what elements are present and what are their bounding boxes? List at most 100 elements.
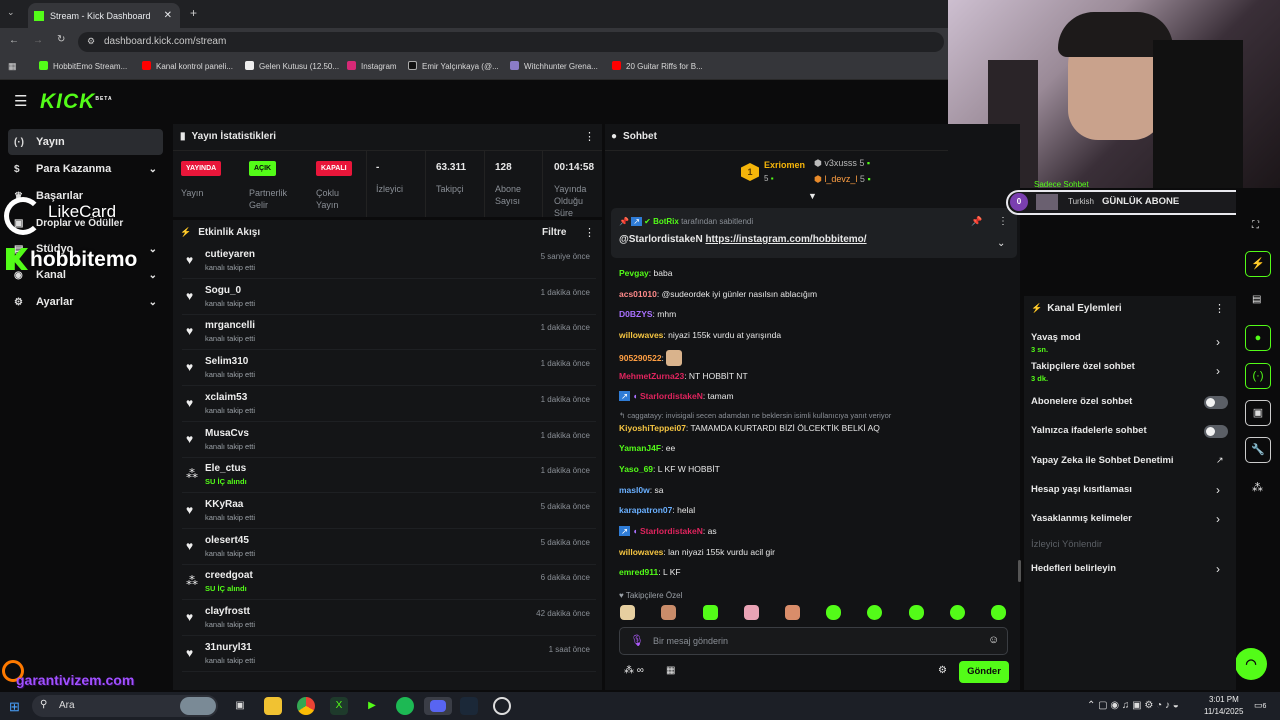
activity-item[interactable]: ♥ Selim310 kanalı takip etti 1 dakika önce <box>182 352 596 387</box>
activity-user[interactable]: KKyRaa <box>205 499 243 510</box>
channel-action-item[interactable]: Yapay Zeka ile Sohbet Denetimi <box>1031 455 1231 466</box>
sidebar-item-para-kazanma[interactable]: $ Para Kazanma ⌄ <box>8 156 163 182</box>
kick-app-icon[interactable]: ▶ <box>363 697 381 715</box>
activity-item[interactable]: ♥ KKyRaa kanalı takip etti 5 dakika önce <box>182 495 596 529</box>
quick-action-bolt-icon[interactable]: ⚡ <box>1245 251 1271 277</box>
channel-action-item[interactable]: Takipçilere özel sohbet 3 dk. <box>1031 361 1231 383</box>
sidebar-item-yayin[interactable]: (·) Yayın <box>8 129 163 155</box>
kick-logo[interactable]: KICKBETA <box>40 90 113 114</box>
activity-item[interactable]: ⁂ creedgoat SU İÇ alındı 6 dakika önce <box>182 566 596 601</box>
activity-user[interactable]: olesert45 <box>205 535 249 546</box>
channel-action-item[interactable]: İzleyici Yönlendir <box>1031 539 1231 550</box>
emote-7[interactable] <box>867 605 882 620</box>
filter-button[interactable]: Filtre <box>542 227 566 238</box>
close-tab-icon[interactable]: ✕ <box>164 10 172 21</box>
chat-settings-icon[interactable]: ⚙ <box>938 665 947 676</box>
pin-icon[interactable]: 📌 <box>971 216 982 227</box>
excel-icon[interactable]: X <box>330 697 348 715</box>
system-tray-icons[interactable]: ⌃ ▢ ◉ ♫ ▣ ⚙ ◔ ♪ ◒ <box>1087 700 1179 711</box>
spotify-icon[interactable] <box>396 697 414 715</box>
chat-username[interactable]: Yaso_69 <box>619 464 653 474</box>
activity-user[interactable]: xclaim53 <box>205 392 247 403</box>
emote-4[interactable] <box>744 605 759 620</box>
chat-message[interactable]: emred911: L KF <box>619 567 681 577</box>
emote-2[interactable] <box>661 605 676 620</box>
external-link-icon[interactable]: ↗ <box>1216 455 1224 466</box>
emote-8[interactable] <box>909 605 924 620</box>
activity-user[interactable]: creedgoat <box>205 570 253 581</box>
chat-username[interactable]: 905290522 <box>619 353 662 363</box>
chat-username[interactable]: D0BZYS <box>619 309 653 319</box>
activity-more-icon[interactable]: ⋮ <box>584 226 595 239</box>
chat-message[interactable]: D0BZYS: mhm <box>619 309 676 319</box>
channel-action-item[interactable]: Hedefleri belirleyin <box>1031 563 1231 574</box>
bookmark-3[interactable]: Gelen Kutusu (12.50... <box>245 61 339 71</box>
fullscreen-icon[interactable]: ⛶ <box>1252 220 1259 231</box>
emote-6[interactable] <box>826 605 841 620</box>
quick-action-broadcast-icon[interactable]: (·) <box>1245 363 1271 389</box>
store-icon[interactable]: ▦ <box>666 665 675 676</box>
bookmark-1[interactable]: HobbitEmo Stream... <box>39 61 127 71</box>
chat-message[interactable]: Pevgay: baba <box>619 268 672 278</box>
taskbar-search[interactable]: ⚲ Ara <box>32 695 218 717</box>
activity-item[interactable]: ♥ olesert45 kanalı takip etti 5 dakika önce <box>182 531 596 565</box>
activity-item[interactable]: ♥ xclaim53 kanalı takip etti 1 dakika önce <box>182 388 596 422</box>
site-info-icon[interactable]: ⚙ <box>87 36 95 47</box>
support-headset-icon[interactable]: ◠ <box>1235 648 1267 680</box>
activity-user[interactable]: clayfrostt <box>205 606 250 617</box>
file-explorer-icon[interactable] <box>264 697 282 715</box>
chat-message[interactable]: ↗ ◖ StarlordistakeN: tamam <box>619 391 734 402</box>
activity-user[interactable]: mrgancelli <box>205 320 255 331</box>
activity-user[interactable]: cutieyaren <box>205 249 255 260</box>
chat-username[interactable]: emred911 <box>619 567 658 577</box>
chat-message[interactable]: MehmetZurna23: NT HOBBİT NT <box>619 371 748 381</box>
clock-date[interactable]: 11/14/2025 <box>1204 707 1243 716</box>
chevron-right-icon[interactable]: › <box>1216 512 1220 526</box>
leader-name[interactable]: Exriomen <box>764 160 805 170</box>
activity-user[interactable]: Sogu_0 <box>205 285 241 296</box>
activity-user[interactable]: Selim310 <box>205 356 248 367</box>
chat-username[interactable]: StarlordistakeN <box>640 391 703 401</box>
mic-icon[interactable]: 🎙 <box>630 634 644 647</box>
channel-action-item[interactable]: Abonelere özel sohbet <box>1031 396 1231 407</box>
chevron-down-icon[interactable]: ⌄ <box>997 238 1005 249</box>
steam-icon[interactable] <box>460 697 478 715</box>
forward-icon[interactable]: → <box>33 35 43 46</box>
chat-message[interactable]: KiyoshiTeppei07: TAMAMDA KURTARDI BİZİ Ö… <box>619 423 880 433</box>
address-bar[interactable]: ⚙ dashboard.kick.com/stream <box>78 32 944 52</box>
reload-icon[interactable]: ↻ <box>57 34 65 45</box>
chat-username[interactable]: Pevgay <box>619 268 649 278</box>
activity-item[interactable]: ⁂ Ele_ctus SU İÇ alındı 1 dakika önce <box>182 459 596 494</box>
chevron-right-icon[interactable]: › <box>1216 335 1220 349</box>
quick-action-tool-icon[interactable]: 🔧 <box>1245 437 1271 463</box>
bookmark-4[interactable]: Instagram <box>347 61 397 71</box>
chat-message[interactable]: Yaso_69: L KF W HOBBİT <box>619 464 720 474</box>
actions-more-icon[interactable]: ⋮ <box>1214 302 1225 315</box>
leader-row-2[interactable]: ⬢ v3xusss 5 ▪ <box>814 158 870 169</box>
send-button[interactable]: Gönder <box>959 661 1009 683</box>
activity-item[interactable]: ♥ 31nuryl31 kanalı takip etti 1 saat önce <box>182 638 596 672</box>
chat-username[interactable]: StarlordistakeN <box>640 526 703 536</box>
activity-item[interactable]: ♥ MusaCvs kanalı takip etti 1 dakika önce <box>182 424 596 458</box>
discord-icon-wrapper[interactable] <box>424 697 452 715</box>
back-icon[interactable]: ← <box>9 35 19 46</box>
chat-message[interactable]: ↗ ◖ StarlordistakeN: as <box>619 526 717 537</box>
bookmark-2[interactable]: Kanal kontrol paneli... <box>142 61 233 71</box>
channel-action-item[interactable]: Hesap yaşı kısıtlaması <box>1031 484 1231 495</box>
quick-action-layout-icon[interactable]: ▣ <box>1245 400 1271 426</box>
obs-icon[interactable] <box>493 697 511 715</box>
emote-9[interactable] <box>950 605 965 620</box>
channel-action-item[interactable]: Yalnızca ifadelerle sohbet <box>1031 425 1231 436</box>
channel-action-item[interactable]: Yavaş mod 3 sn. <box>1031 332 1231 354</box>
tab-list-icon[interactable]: ⌄ <box>7 7 15 18</box>
chat-username[interactable]: YamanJ4F <box>619 443 661 453</box>
emote-10[interactable] <box>991 605 1006 620</box>
chat-scrollbar[interactable] <box>1018 560 1021 582</box>
bookmark-5[interactable]: Emir Yalçınkaya (@... <box>408 61 499 71</box>
chat-username[interactable]: masl0w <box>619 485 650 495</box>
new-tab-icon[interactable]: + <box>190 6 197 20</box>
chat-username[interactable]: KiyoshiTeppei07 <box>619 423 686 433</box>
menu-icon[interactable]: ☰ <box>14 92 27 110</box>
pinned-more-icon[interactable]: ⋮ <box>998 216 1008 227</box>
chrome-icon[interactable] <box>297 697 315 715</box>
